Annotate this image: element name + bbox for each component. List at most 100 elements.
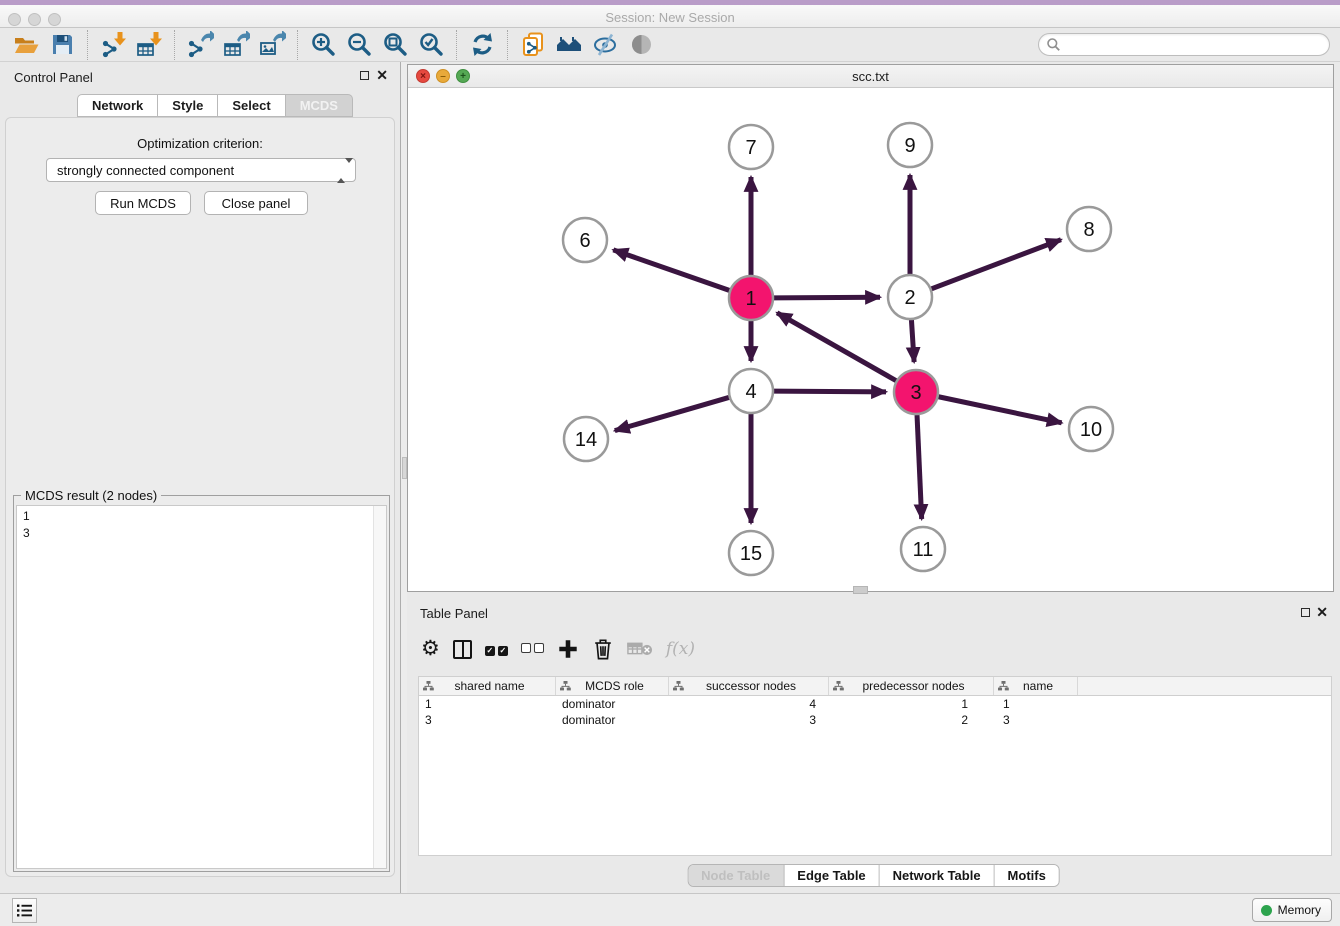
- open-session-icon[interactable]: [8, 30, 44, 60]
- table-row[interactable]: 1dominator411: [419, 696, 1331, 712]
- cell[interactable]: 3: [669, 713, 829, 727]
- zoom-out-icon[interactable]: [341, 30, 377, 60]
- close-table-panel-icon[interactable]: ✕: [1316, 603, 1328, 621]
- result-scrollbar[interactable]: [373, 506, 386, 868]
- export-table-icon[interactable]: [218, 30, 254, 60]
- tab-style[interactable]: Style: [158, 94, 218, 117]
- zoom-fit-icon[interactable]: [377, 30, 413, 60]
- tab-select[interactable]: Select: [218, 94, 285, 117]
- refresh-network-icon[interactable]: [464, 30, 500, 60]
- column-header-shared-name[interactable]: shared name: [419, 677, 556, 695]
- vizmapper-toggle-icon[interactable]: [587, 30, 623, 60]
- delete-table-icon: [627, 634, 653, 664]
- float-panel-icon[interactable]: [360, 71, 369, 80]
- column-header-filler: [1078, 677, 1131, 695]
- node-8[interactable]: 8: [1067, 207, 1111, 251]
- network-canvas[interactable]: 7 9 6 8 1 2 4 3 14 10 15 11: [408, 88, 1333, 591]
- control-panel: Control Panel ✕ NetworkStyleSelectMCDS O…: [0, 62, 400, 893]
- search-input[interactable]: [1061, 35, 1329, 54]
- node-9[interactable]: 9: [888, 123, 932, 167]
- edge-2-3[interactable]: [911, 320, 914, 362]
- node-1[interactable]: 1: [729, 276, 773, 320]
- column-header-successor-nodes[interactable]: successor nodes: [669, 677, 829, 695]
- edge-4-14[interactable]: [615, 397, 729, 430]
- edge-1-2[interactable]: [774, 297, 880, 298]
- node-3[interactable]: 3: [894, 370, 938, 414]
- cell[interactable]: 1: [419, 697, 556, 711]
- node-10[interactable]: 10: [1069, 407, 1113, 451]
- toolbar-separator: [174, 30, 175, 60]
- toolbar-separator: [87, 30, 88, 60]
- cell[interactable]: 3: [419, 713, 556, 727]
- svg-text:2: 2: [904, 287, 915, 309]
- unselect-all-columns-icon[interactable]: [521, 634, 544, 664]
- close-panel-icon[interactable]: ✕: [376, 66, 388, 84]
- column-header-name[interactable]: name: [994, 677, 1078, 695]
- tab-node-table[interactable]: Node Table: [688, 865, 784, 886]
- tab-network[interactable]: Network: [77, 94, 158, 117]
- table-panel-tabs: Node TableEdge TableNetwork TableMotifs: [687, 864, 1060, 887]
- tab-motifs[interactable]: Motifs: [995, 865, 1059, 886]
- column-header-MCDS-role[interactable]: MCDS role: [556, 677, 669, 695]
- horizontal-splitter-grip[interactable]: [853, 586, 868, 594]
- float-table-panel-icon[interactable]: [1301, 608, 1310, 617]
- network-window-titlebar[interactable]: × – + scc.txt: [408, 65, 1333, 88]
- network-view-window: × – + scc.txt 7 9 6 8 1 2 4 3 14 10 15 11: [407, 64, 1334, 592]
- cell[interactable]: 2: [829, 713, 994, 727]
- task-history-button[interactable]: [12, 898, 37, 923]
- node-6[interactable]: 6: [563, 218, 607, 262]
- table-row[interactable]: 3dominator323: [419, 712, 1331, 728]
- run-mcds-button[interactable]: Run MCDS: [95, 191, 191, 215]
- export-image-icon[interactable]: [254, 30, 290, 60]
- network-graph[interactable]: 7 9 6 8 1 2 4 3 14 10 15 11: [408, 88, 1333, 591]
- edge-3-11[interactable]: [917, 415, 922, 519]
- mcds-result-title: MCDS result (2 nodes): [21, 488, 161, 503]
- close-panel-button[interactable]: Close panel: [204, 191, 308, 215]
- edge-3-10[interactable]: [939, 397, 1062, 423]
- node-table[interactable]: shared nameMCDS rolesuccessor nodesprede…: [418, 676, 1332, 856]
- memory-label: Memory: [1278, 903, 1321, 917]
- svg-text:14: 14: [575, 429, 597, 451]
- table-settings-icon[interactable]: ⚙: [421, 634, 440, 664]
- select-all-columns-icon[interactable]: ✓✓: [485, 634, 508, 664]
- memory-button[interactable]: Memory: [1252, 898, 1332, 922]
- add-column-icon[interactable]: [557, 634, 579, 664]
- save-session-icon[interactable]: [44, 30, 80, 60]
- cell[interactable]: dominator: [556, 713, 669, 727]
- node-2[interactable]: 2: [888, 275, 932, 319]
- tab-network-table[interactable]: Network Table: [880, 865, 995, 886]
- node-7[interactable]: 7: [729, 125, 773, 169]
- node-11[interactable]: 11: [901, 527, 945, 571]
- delete-column-icon[interactable]: [592, 634, 614, 664]
- ndex-import-icon[interactable]: [515, 30, 551, 60]
- tab-edge-table[interactable]: Edge Table: [784, 865, 879, 886]
- network-window-title: scc.txt: [408, 69, 1333, 84]
- zoom-selected-icon[interactable]: [413, 30, 449, 60]
- criterion-select[interactable]: strongly connected component: [46, 158, 356, 182]
- edge-3-1[interactable]: [777, 313, 896, 381]
- cell[interactable]: 3: [994, 713, 1078, 727]
- node-15[interactable]: 15: [729, 531, 773, 575]
- edge-4-3[interactable]: [774, 391, 886, 392]
- import-network-icon[interactable]: [95, 30, 131, 60]
- node-4[interactable]: 4: [729, 369, 773, 413]
- cell[interactable]: 4: [669, 697, 829, 711]
- edge-2-8[interactable]: [932, 240, 1061, 289]
- mcds-result-area: 13: [16, 505, 387, 869]
- column-header-predecessor-nodes[interactable]: predecessor nodes: [829, 677, 994, 695]
- svg-text:11: 11: [913, 539, 934, 561]
- preview-eye-icon[interactable]: [623, 30, 659, 60]
- cell[interactable]: 1: [829, 697, 994, 711]
- tab-mcds[interactable]: MCDS: [286, 94, 353, 117]
- edge-1-6[interactable]: [613, 250, 729, 291]
- show-columns-icon[interactable]: [453, 634, 472, 664]
- cell[interactable]: dominator: [556, 697, 669, 711]
- zoom-in-icon[interactable]: [305, 30, 341, 60]
- import-table-icon[interactable]: [131, 30, 167, 60]
- search-box[interactable]: [1038, 33, 1330, 56]
- vertical-splitter[interactable]: [400, 62, 407, 893]
- home-network-icon[interactable]: [551, 30, 587, 60]
- cell[interactable]: 1: [994, 697, 1078, 711]
- node-14[interactable]: 14: [564, 417, 608, 461]
- export-network-icon[interactable]: [182, 30, 218, 60]
